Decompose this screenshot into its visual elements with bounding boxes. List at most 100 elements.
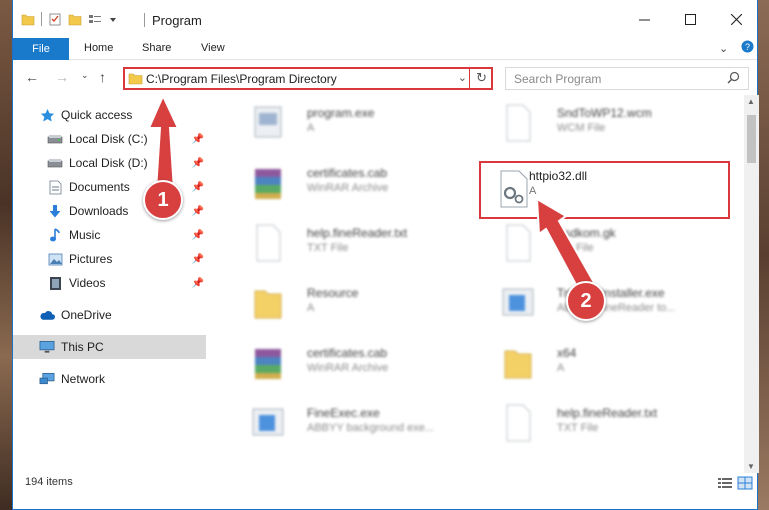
pictures-icon bbox=[47, 251, 63, 267]
folder-icon bbox=[128, 73, 143, 85]
refresh-button[interactable]: ↻ bbox=[476, 70, 487, 86]
expand-ribbon-icon[interactable]: ⌄ bbox=[719, 42, 728, 55]
svg-text:?: ? bbox=[745, 42, 750, 52]
chevron-down-icon[interactable] bbox=[108, 13, 118, 26]
back-button[interactable]: ← bbox=[25, 69, 39, 85]
music-icon bbox=[47, 227, 63, 243]
sidebar-item-network[interactable]: Network bbox=[13, 367, 206, 391]
properties-icon[interactable] bbox=[48, 13, 62, 26]
file-name: Resource bbox=[307, 286, 359, 300]
file-item[interactable]: x64 A bbox=[479, 335, 729, 389]
maximize-button[interactable] bbox=[667, 0, 713, 38]
sidebar-item-videos[interactable]: Videos 📌 bbox=[13, 271, 206, 295]
navigation-pane: Quick access Local Disk (C:) 📌 Local Dis… bbox=[13, 95, 212, 460]
forward-button[interactable]: → bbox=[55, 69, 69, 85]
toolbar-divider bbox=[41, 12, 42, 26]
sidebar-item-label: Local Disk (D:) bbox=[69, 156, 148, 170]
file-item[interactable]: FineExec.exe ABBYY background exe... bbox=[229, 395, 479, 449]
sidebar-item-label: Downloads bbox=[69, 204, 129, 218]
blank-file-icon bbox=[506, 224, 531, 262]
tab-view[interactable]: View bbox=[201, 42, 225, 54]
cloud-icon bbox=[39, 307, 55, 323]
file-item[interactable]: Fsdkom.gk GK File bbox=[479, 215, 729, 269]
file-type: WinRAR Archive bbox=[307, 362, 389, 374]
sidebar-item-label: Local Disk (C:) bbox=[69, 132, 148, 146]
vertical-scrollbar[interactable]: ▲ ▼ bbox=[744, 95, 759, 473]
file-item[interactable]: Resource A bbox=[229, 275, 479, 329]
help-icon[interactable]: ? bbox=[741, 40, 754, 56]
sidebar-item-label: Quick access bbox=[61, 108, 133, 122]
file-item[interactable]: certificates.cab WinRAR Archive bbox=[229, 155, 479, 209]
file-item[interactable]: program.exe A bbox=[229, 95, 479, 149]
file-name: httpio32.dll bbox=[529, 169, 588, 183]
sidebar-item-label: Music bbox=[69, 228, 101, 242]
file-item[interactable]: SndToWP12.wcm WCM File bbox=[479, 95, 729, 149]
tab-file[interactable]: File bbox=[13, 38, 69, 60]
file-type: A bbox=[529, 185, 537, 197]
customize-toolbar-icon[interactable] bbox=[88, 13, 102, 26]
scroll-up-icon[interactable]: ▲ bbox=[747, 97, 755, 106]
sidebar-item-pictures[interactable]: Pictures 📌 bbox=[13, 247, 206, 271]
sidebar-item-this-pc[interactable]: This PC bbox=[13, 335, 206, 359]
file-type: WinRAR Archive bbox=[307, 182, 389, 194]
close-button[interactable] bbox=[713, 0, 759, 38]
folder-icon bbox=[254, 290, 282, 319]
large-icons-view-icon[interactable] bbox=[737, 476, 753, 490]
sidebar-item-onedrive[interactable]: OneDrive bbox=[13, 303, 206, 327]
scrollbar-thumb[interactable] bbox=[747, 115, 756, 163]
file-item[interactable]: certificates.cab WinRAR Archive bbox=[229, 335, 479, 389]
pin-icon: 📌 bbox=[191, 253, 204, 265]
tab-home[interactable]: Home bbox=[84, 42, 113, 54]
file-name: help.fineReader.txt bbox=[307, 226, 408, 240]
file-name: certificates.cab bbox=[307, 346, 388, 360]
file-item[interactable]: help.fineReader.txt TXT File bbox=[479, 395, 729, 449]
file-name: help.fineReader.txt bbox=[557, 406, 658, 420]
window-title: Program bbox=[152, 13, 202, 28]
file-name: program.exe bbox=[307, 106, 375, 120]
pin-icon: 📌 bbox=[191, 277, 204, 289]
navigation-bar: ← → ⌄ ↑ C:\Program Files\Program Directo… bbox=[13, 61, 757, 95]
file-item-httpio32-dll[interactable]: httpio32.dll A bbox=[479, 161, 730, 219]
title-bar: Program bbox=[13, 0, 757, 38]
address-dropdown-icon[interactable]: ⌄ bbox=[458, 71, 467, 84]
step-marker-2: 2 bbox=[566, 281, 606, 321]
file-type: TXT File bbox=[557, 422, 599, 434]
search-input[interactable]: Search Program bbox=[505, 67, 749, 90]
file-type: A bbox=[307, 302, 315, 314]
file-name: certificates.cab bbox=[307, 166, 388, 180]
search-placeholder: Search Program bbox=[514, 72, 602, 86]
details-view-icon[interactable] bbox=[717, 476, 733, 490]
sidebar-item-local-disk-c[interactable]: Local Disk (C:) 📌 bbox=[13, 127, 206, 151]
file-name: FineExec.exe bbox=[307, 406, 380, 420]
blank-file-icon bbox=[256, 224, 281, 262]
pin-icon: 📌 bbox=[191, 157, 204, 169]
sidebar-item-quick-access[interactable]: Quick access bbox=[13, 103, 206, 127]
installer-icon bbox=[252, 408, 284, 436]
pin-icon: 📌 bbox=[191, 205, 204, 217]
sidebar-item-label: Network bbox=[61, 372, 106, 386]
explorer-window: Program File Home Share View ⌄ ? ← → ⌄ ↑… bbox=[12, 0, 759, 510]
sidebar-item-label: OneDrive bbox=[61, 308, 112, 322]
item-count: 194 items bbox=[25, 476, 73, 488]
file-item[interactable]: help.fineReader.txt TXT File bbox=[229, 215, 479, 269]
star-icon bbox=[39, 107, 55, 123]
sidebar-item-label: This PC bbox=[61, 340, 104, 354]
sidebar-item-music[interactable]: Music 📌 bbox=[13, 223, 206, 247]
sidebar-item-local-disk-d[interactable]: Local Disk (D:) 📌 bbox=[13, 151, 206, 175]
minimize-button[interactable] bbox=[621, 0, 667, 38]
ribbon-tabs: File Home Share View ⌄ ? bbox=[13, 38, 757, 60]
exe-icon bbox=[254, 106, 282, 138]
download-icon bbox=[47, 203, 63, 219]
file-name: Fsdkom.gk bbox=[557, 226, 616, 240]
file-type: ABBYY background exe... bbox=[307, 422, 434, 434]
installer-icon bbox=[502, 288, 534, 316]
recent-locations-icon[interactable]: ⌄ bbox=[81, 70, 89, 81]
tab-share[interactable]: Share bbox=[142, 42, 171, 54]
new-folder-icon[interactable] bbox=[68, 13, 82, 26]
address-bar[interactable]: C:\Program Files\Program Directory ⌄ ↻ bbox=[123, 67, 493, 90]
scroll-down-icon[interactable]: ▼ bbox=[747, 462, 755, 471]
up-button[interactable]: ↑ bbox=[99, 69, 106, 85]
network-icon bbox=[39, 371, 55, 387]
sidebar-item-label: Documents bbox=[69, 180, 130, 194]
maximize-icon bbox=[684, 13, 696, 25]
